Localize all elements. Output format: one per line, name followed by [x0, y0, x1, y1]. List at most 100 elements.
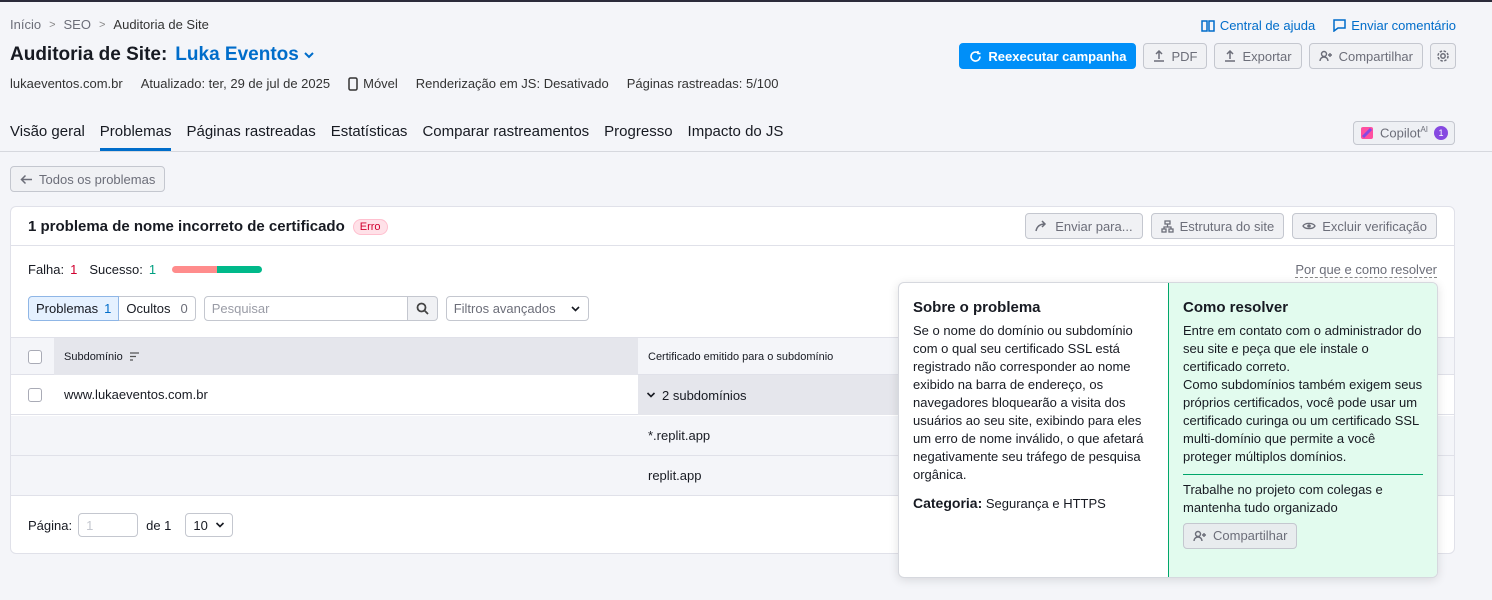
pagination: Página: 1 de 1 10: [28, 513, 234, 537]
hidden-toggle[interactable]: Ocultos 0: [119, 296, 196, 321]
main-tabs: Visão geral Problemas Páginas rastreadas…: [10, 123, 783, 151]
sitemap-icon: [1160, 219, 1174, 233]
device-label: Móvel: [363, 76, 398, 91]
search-input[interactable]: Pesquisar: [203, 296, 408, 321]
site-structure-button[interactable]: Estrutura do site: [1150, 213, 1285, 239]
popover-share-label: Compartilhar: [1213, 528, 1288, 543]
breadcrumb: Início > SEO > Auditoria de Site: [10, 17, 209, 32]
send-to-label: Enviar para...: [1055, 218, 1133, 234]
add-user-icon: [1193, 530, 1206, 542]
success-bar-segment: [217, 266, 263, 273]
copilot-button[interactable]: CopilotAI 1: [1352, 121, 1455, 145]
page-label: Página:: [28, 517, 73, 533]
chevron-down-icon: [571, 306, 580, 312]
exclude-check-button[interactable]: Excluir verificação: [1292, 213, 1437, 239]
advanced-filters-label: Filtros avançados: [453, 301, 556, 316]
copilot-ai-sup: AI: [1420, 125, 1428, 135]
tab-compare-crawls[interactable]: Comparar rastreamentos: [422, 123, 589, 151]
row-checkbox[interactable]: [28, 388, 42, 402]
chevron-right-icon: >: [49, 18, 56, 31]
export-button[interactable]: Exportar: [1214, 43, 1302, 69]
tab-statistics[interactable]: Estatísticas: [331, 123, 408, 151]
search-button[interactable]: [407, 296, 438, 321]
tab-crawled-pages[interactable]: Páginas rastreadas: [186, 123, 315, 151]
about-problem-column: Sobre o problema Se o nome do domínio ou…: [899, 283, 1168, 577]
share-label: Compartilhar: [1338, 48, 1413, 64]
help-link-label: Central de ajuda: [1219, 18, 1316, 33]
upload-icon: [1154, 50, 1165, 62]
help-link[interactable]: Central de ajuda: [1201, 18, 1315, 33]
chevron-down-icon: [304, 52, 314, 59]
col-subdomain[interactable]: Subdomínio: [54, 338, 638, 375]
copilot-label: Copilot: [1379, 125, 1421, 141]
send-to-button[interactable]: Enviar para...: [1025, 213, 1143, 239]
popover-share-button[interactable]: Compartilhar: [1183, 523, 1298, 549]
tab-overview[interactable]: Visão geral: [10, 123, 85, 151]
share-button[interactable]: Compartilhar: [1308, 43, 1423, 69]
pdf-label: PDF: [1171, 48, 1198, 64]
problems-toggle-label: Problemas: [36, 301, 99, 316]
meta-updated: Atualizado: ter, 29 de jul de 2025: [140, 76, 331, 91]
meta-device: Móvel: [348, 76, 398, 91]
breadcrumb-home[interactable]: Início: [10, 17, 41, 32]
fail-bar-segment: [172, 266, 218, 273]
tab-problems[interactable]: Problemas: [99, 123, 172, 151]
meta-pages-crawled: Páginas rastreadas: 5/100: [626, 76, 779, 91]
success-label: Sucesso:: [89, 262, 143, 277]
tab-js-impact[interactable]: Impacto do JS: [688, 123, 784, 151]
hidden-toggle-count: 0: [180, 301, 188, 316]
copilot-count-badge: 1: [1434, 126, 1448, 140]
problems-toggle[interactable]: Problemas 1: [28, 296, 120, 321]
collab-text: Trabalhe no projeto com colegas e manten…: [1183, 482, 1383, 515]
meta-domain: lukaeventos.com.br: [10, 76, 123, 91]
book-icon: [1201, 19, 1215, 32]
sub-row-cert: *.replit.app: [648, 428, 711, 443]
fix-text-2: Como subdomínios também exigem seus próp…: [1183, 377, 1423, 464]
filter-bar: Problemas 1 Ocultos 0 Pesquisar Filtros …: [28, 296, 589, 321]
chevron-down-icon: [646, 392, 656, 398]
breadcrumb-seo[interactable]: SEO: [64, 17, 91, 32]
about-text: Se o nome do domínio ou subdomínio com o…: [913, 323, 1144, 482]
pdf-button[interactable]: PDF: [1143, 43, 1208, 69]
expand-subdomains-label: 2 subdomínios: [662, 387, 747, 403]
project-selector[interactable]: Luka Eventos: [175, 44, 315, 66]
fail-label: Falha:: [28, 262, 65, 277]
meta-js-render: Renderização em JS: Desativado: [415, 76, 609, 91]
category-label: Categoria:: [913, 495, 983, 511]
back-label: Todos os problemas: [39, 171, 156, 187]
top-links: Central de ajuda Enviar comentário: [1201, 18, 1456, 33]
per-page-select[interactable]: 10: [185, 513, 234, 537]
check-stats: Falha: 1 Sucesso: 1: [28, 262, 263, 277]
category-value: Segurança e HTTPS: [985, 496, 1106, 511]
rerun-label: Reexecutar campanha: [988, 48, 1127, 64]
problems-hidden-toggle: Problemas 1 Ocultos 0: [28, 296, 196, 321]
col-subdomain-label: Subdomínio: [64, 350, 123, 363]
issue-title: 1 problema de nome incorreto de certific…: [28, 218, 388, 235]
hidden-toggle-label: Ocultos: [126, 301, 171, 316]
chevron-down-icon: [216, 522, 225, 528]
feedback-link[interactable]: Enviar comentário: [1333, 18, 1456, 33]
sort-icon: [129, 352, 139, 361]
advanced-filters-dropdown[interactable]: Filtros avançados: [445, 296, 589, 321]
rerun-campaign-button[interactable]: Reexecutar campanha: [959, 43, 1137, 69]
why-and-how-link[interactable]: Por que e como resolver: [1295, 262, 1437, 278]
back-to-all-problems-button[interactable]: Todos os problemas: [10, 166, 166, 192]
upload-icon: [1225, 50, 1236, 62]
col-certificate: Certificado emitido para o subdomínio: [648, 350, 834, 363]
fix-title: Como resolver: [1183, 299, 1289, 316]
tab-progress[interactable]: Progresso: [604, 123, 672, 151]
settings-button[interactable]: [1430, 43, 1456, 69]
copilot-icon: [1360, 127, 1373, 139]
title-prefix: Auditoria de Site:: [10, 44, 168, 65]
search-icon: [416, 302, 429, 315]
mobile-icon: [348, 76, 358, 91]
card-divider: [11, 245, 1454, 246]
gear-icon: [1437, 50, 1449, 62]
row-domain: www.lukaeventos.com.br: [64, 387, 208, 402]
audit-meta: lukaeventos.com.br Atualizado: ter, 29 d…: [10, 76, 779, 91]
expand-subdomains-toggle[interactable]: 2 subdomínios: [638, 375, 938, 415]
comment-icon: [1333, 19, 1346, 32]
issue-actions: Enviar para... Estrutura do site Excluir…: [1025, 213, 1437, 239]
page-input[interactable]: 1: [78, 513, 139, 537]
select-all-checkbox[interactable]: [28, 350, 42, 364]
